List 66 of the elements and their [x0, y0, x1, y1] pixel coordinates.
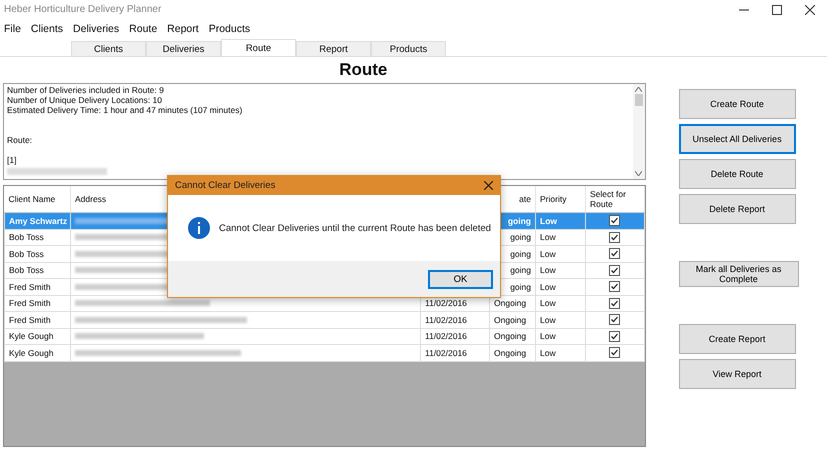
checkbox[interactable] [609, 215, 620, 226]
dialog-message: Cannot Clear Deliveries until the current Route has been deleted [219, 222, 491, 234]
tab[interactable]: Report [296, 41, 371, 56]
table-cell: Low [536, 212, 586, 229]
table-cell: Ongoing [490, 312, 536, 328]
action-button[interactable]: Delete Route [678, 159, 796, 189]
checkbox[interactable] [609, 314, 620, 326]
ok-button[interactable]: OK [428, 270, 493, 288]
dialog-title: Cannot Clear Deliveries [175, 180, 276, 191]
menu-item[interactable]: Products [208, 23, 250, 35]
checkbox[interactable] [609, 281, 620, 292]
checkbox[interactable] [609, 264, 620, 276]
table-cell: 11/02/2016 [420, 312, 490, 328]
tab[interactable]: Clients [71, 41, 146, 56]
window-title: Heber Horticulture Delivery Planner [4, 4, 162, 15]
table-cell: Bob Toss [4, 229, 70, 246]
checkbox[interactable] [609, 232, 620, 243]
action-button[interactable]: Delete Report [678, 194, 796, 224]
menu-item[interactable]: File [4, 23, 21, 35]
close-icon[interactable] [484, 181, 493, 190]
checkbox[interactable] [609, 248, 620, 260]
action-button[interactable]: Unselect All Deliveries [678, 124, 796, 154]
summary-line: Number of Deliveries included in Route: 9 [7, 85, 165, 95]
table-cell: Ongoing [490, 344, 536, 361]
summary-line: Estimated Delivery Time: 1 hour and 47 minutes (107 minutes) [7, 105, 244, 115]
table-cell: Kyle Gough [4, 344, 70, 361]
summary-line: [1] [7, 155, 18, 165]
info-icon [188, 217, 210, 239]
table-cell: Low [536, 312, 586, 328]
action-button[interactable]: Create Route [678, 89, 796, 119]
action-button[interactable]: View Report [678, 359, 796, 389]
table-cell: Fred Smith [4, 278, 70, 295]
checkbox[interactable] [609, 330, 620, 342]
scroll-bar[interactable] [632, 84, 645, 179]
action-button[interactable]: Create Report [678, 324, 796, 354]
table-cell: Low [536, 229, 586, 246]
action-button[interactable]: Mark all Deliveries as Complete [678, 261, 799, 287]
table-cell: Fred Smith [4, 312, 70, 328]
table-cell: Low [536, 246, 586, 262]
table-cell: Low [536, 262, 586, 278]
summary-line: Route: [7, 135, 34, 145]
table-cell: Fred Smith [4, 295, 70, 312]
table-cell: Low [536, 344, 586, 361]
table-cell: 11/02/2016 [420, 344, 490, 361]
table-cell: Amy Schwartz [4, 212, 70, 229]
close-icon[interactable] [805, 4, 815, 14]
tab[interactable]: Route [221, 39, 296, 56]
menu-item[interactable]: Report [167, 23, 199, 35]
table-cell: Low [536, 328, 586, 344]
table-cell: 11/02/2016 [420, 328, 490, 344]
summary-line: Number of Unique Delivery Locations: 10 [7, 95, 163, 105]
table-cell: Kyle Gough [4, 328, 70, 344]
maximize-icon[interactable] [772, 4, 782, 14]
menu-item[interactable]: Deliveries [73, 23, 120, 35]
page-heading: Route [338, 59, 388, 81]
checkbox[interactable] [609, 347, 620, 358]
table-cell: Bob Toss [4, 262, 70, 278]
tab[interactable]: Products [371, 41, 446, 56]
menu-item[interactable]: Clients [30, 23, 64, 35]
tab[interactable]: Deliveries [146, 41, 221, 56]
table-cell: Ongoing [490, 328, 536, 344]
menu-item[interactable]: Route [129, 23, 158, 35]
table-cell: Bob Toss [4, 246, 70, 262]
table-cell: Low [536, 295, 586, 312]
checkbox[interactable] [609, 298, 620, 309]
table-cell: Low [536, 278, 586, 295]
